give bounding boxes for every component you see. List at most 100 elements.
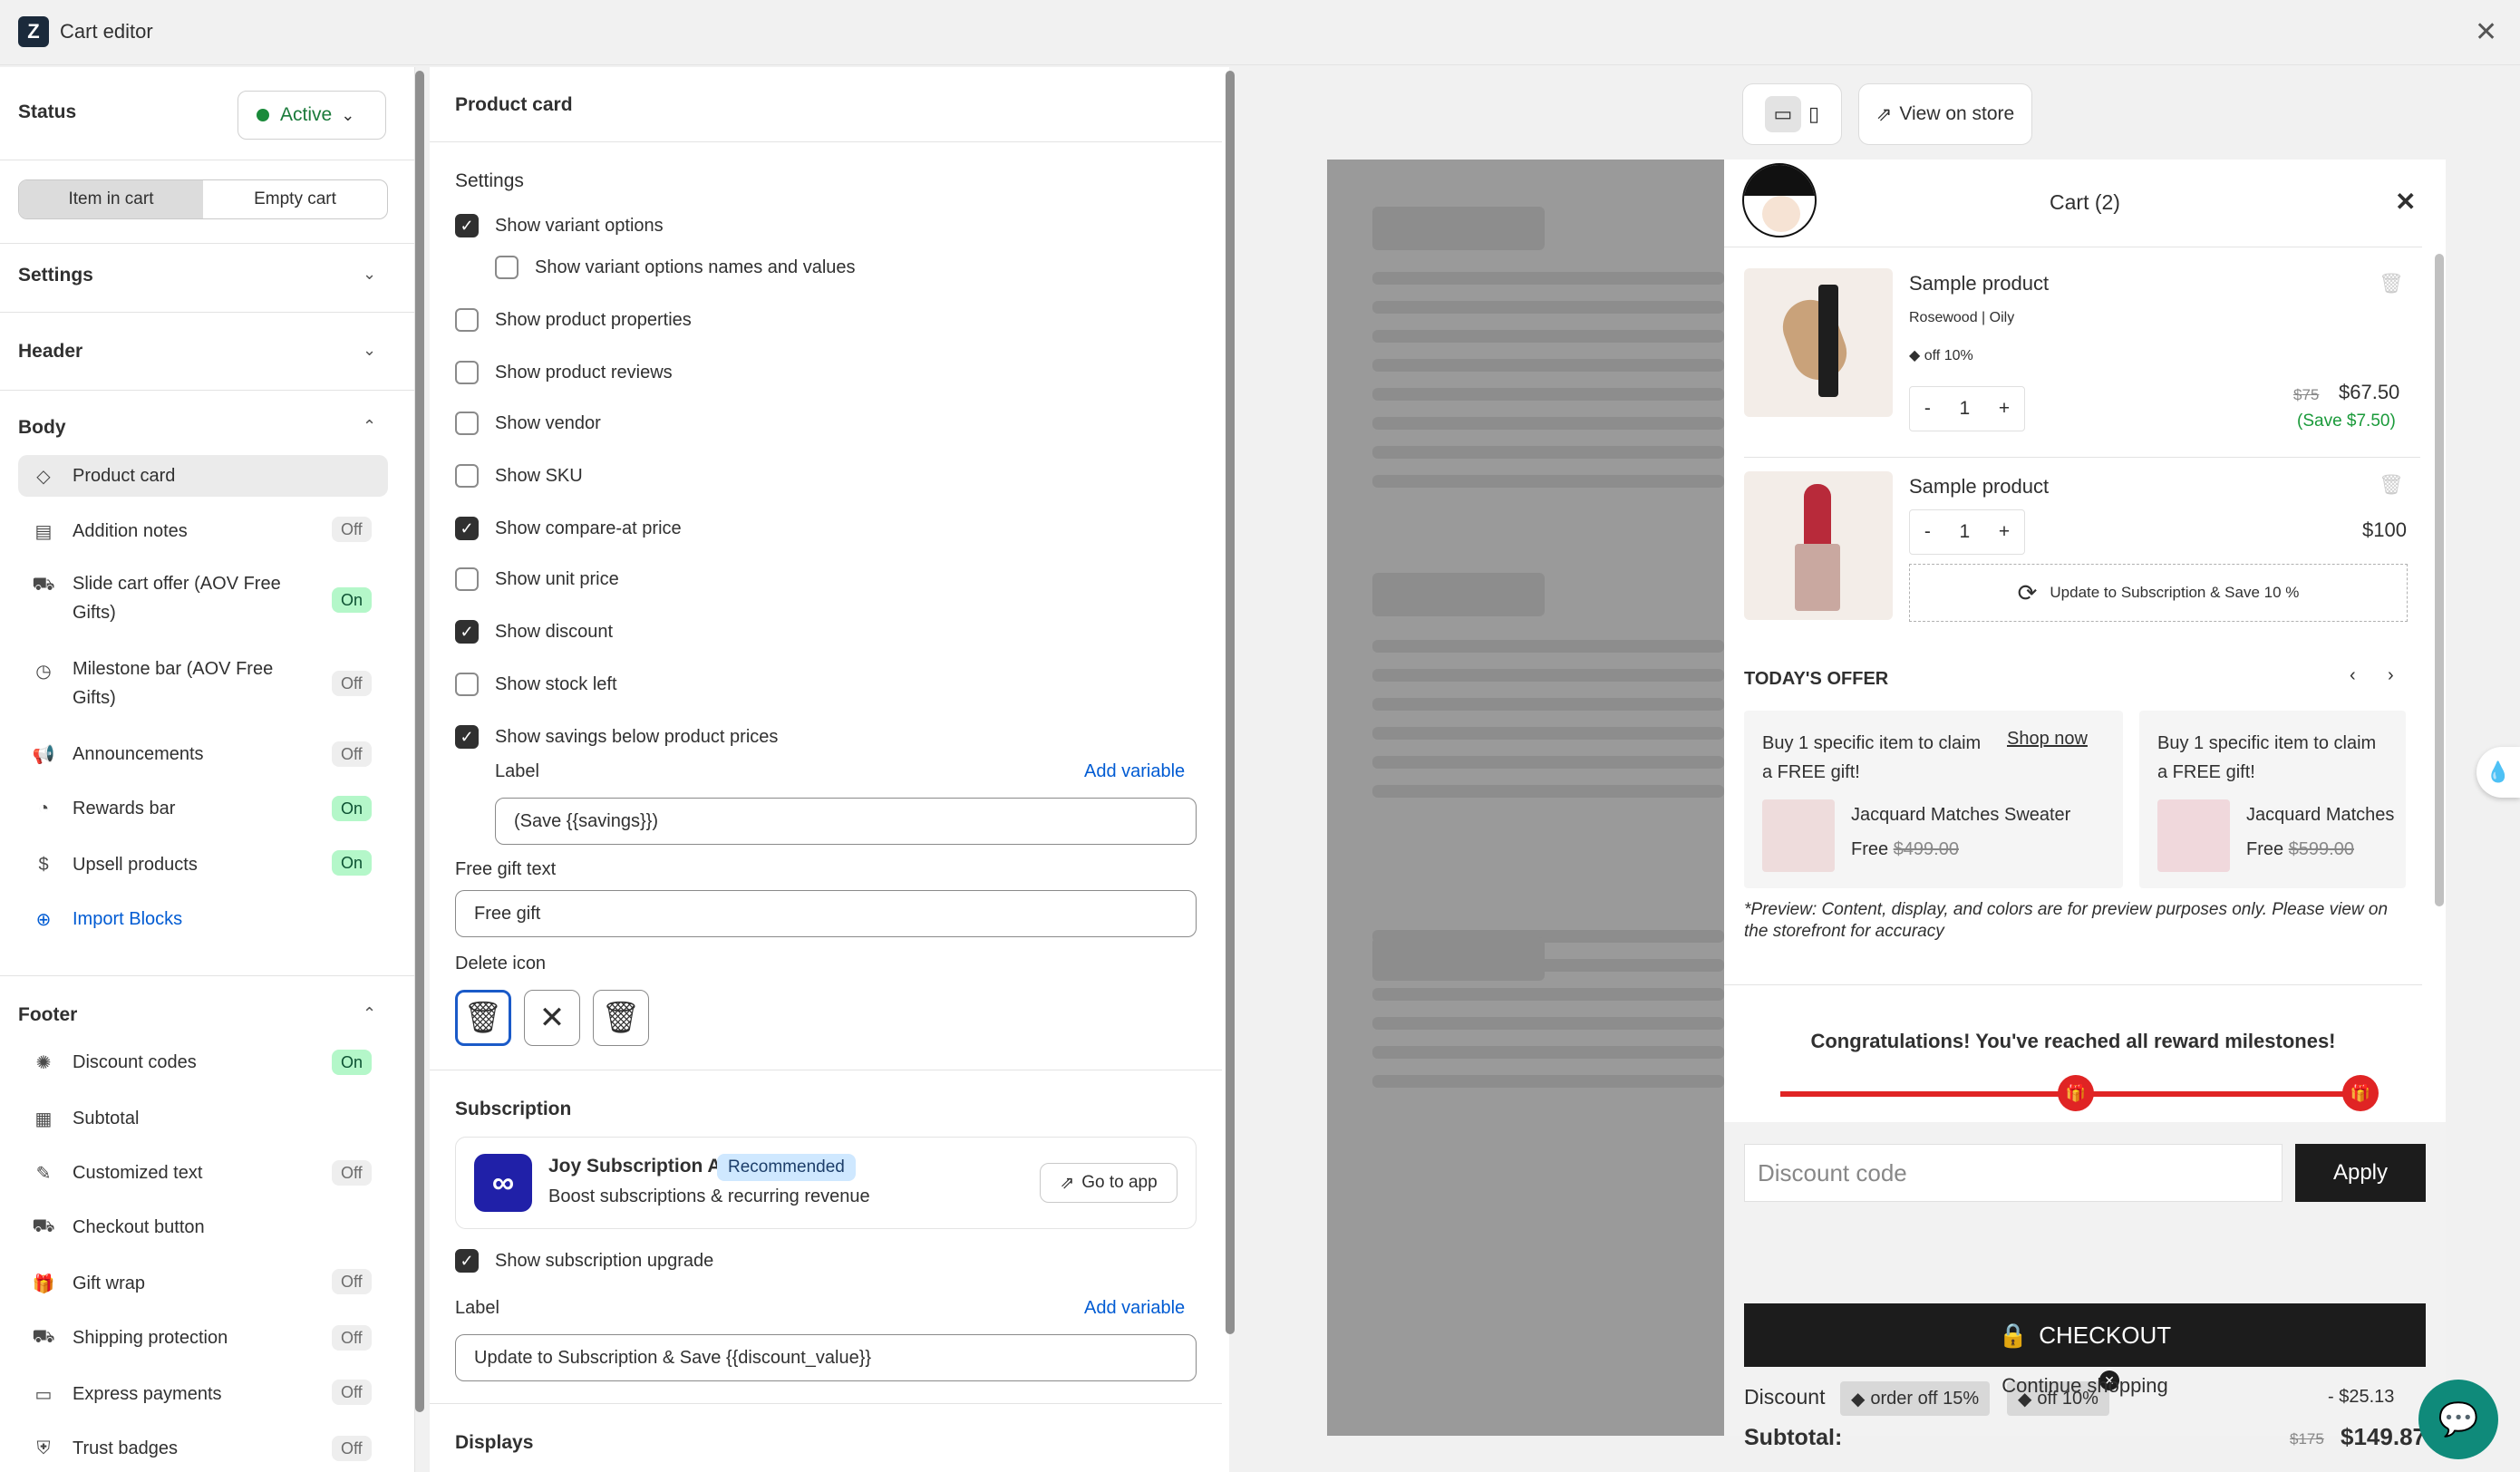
product-name[interactable]: Sample product bbox=[1909, 475, 2049, 499]
truck-icon: ⛟ bbox=[32, 1326, 55, 1347]
checkbox-label: Show savings below product prices bbox=[495, 726, 779, 747]
chevron-right-icon[interactable]: › bbox=[2388, 665, 2394, 686]
editor-scrollbar[interactable] bbox=[1226, 71, 1235, 1334]
plus-icon[interactable]: + bbox=[1999, 521, 2010, 543]
chevron-up-icon[interactable]: ⌃ bbox=[363, 1004, 376, 1023]
status-badge: On bbox=[332, 1050, 373, 1075]
checkbox-show-compare-at-price[interactable]: ✓ Show compare-at price bbox=[455, 517, 682, 540]
checkbox-show-variant-names[interactable]: Show variant options names and values bbox=[495, 256, 856, 279]
quantity-stepper[interactable]: - 1 + bbox=[1909, 386, 2025, 431]
quantity-value: 1 bbox=[1959, 521, 1971, 542]
product-price: $67.50 bbox=[2339, 381, 2400, 403]
continue-shopping-link[interactable]: Continue shopping bbox=[1724, 1374, 2446, 1398]
chevron-left-icon[interactable]: ‹ bbox=[2350, 665, 2356, 686]
trash-icon[interactable]: 🗑 bbox=[2379, 272, 2404, 295]
savings-label: Label bbox=[495, 761, 539, 781]
sidebar-item-checkout-button[interactable]: ⛟ Checkout button bbox=[18, 1209, 388, 1245]
sidebar-item-label: Shipping protection bbox=[73, 1327, 228, 1348]
cart-drawer: Cart (2) ✕ Sample product Rosewood | Oil… bbox=[1724, 160, 2446, 1450]
tag-icon: ◇ bbox=[36, 466, 51, 487]
apply-button[interactable]: Apply bbox=[2295, 1144, 2426, 1202]
sidebar-item-label: Slide cart offer (AOV Free Gifts) bbox=[73, 574, 281, 623]
divider bbox=[430, 1403, 1222, 1404]
desktop-icon[interactable]: ▭ bbox=[1764, 96, 1801, 132]
savings-label-input[interactable]: (Save {{savings}}) bbox=[495, 798, 1197, 845]
blurred-line bbox=[1372, 727, 1724, 740]
checkbox-show-vendor[interactable]: Show vendor bbox=[455, 412, 601, 435]
product-name[interactable]: Sample product bbox=[1909, 272, 2049, 295]
settings-section[interactable]: Settings bbox=[18, 265, 93, 286]
add-variable-link[interactable]: Add variable bbox=[1084, 761, 1185, 782]
tab-empty-cart[interactable]: Empty cart bbox=[203, 180, 387, 218]
body-section[interactable]: Body bbox=[18, 417, 66, 439]
checkbox-show-variant-options[interactable]: ✓ Show variant options bbox=[455, 214, 664, 237]
discount-text: off 10% bbox=[1924, 348, 1973, 363]
checkbox-label: Show compare-at price bbox=[495, 518, 682, 538]
trash-icon[interactable]: 🗑 bbox=[455, 990, 511, 1046]
tab-item-in-cart[interactable]: Item in cart bbox=[19, 180, 203, 218]
import-blocks-link[interactable]: ⊕ Import Blocks bbox=[18, 901, 388, 937]
minus-icon[interactable]: - bbox=[1924, 398, 1931, 420]
checkbox-show-savings[interactable]: ✓ Show savings below product prices bbox=[455, 725, 778, 749]
checkbox-show-discount[interactable]: ✓ Show discount bbox=[455, 620, 613, 644]
checkbox-label: Show product reviews bbox=[495, 362, 673, 383]
external-link-icon: ⇗ bbox=[1060, 1173, 1075, 1193]
blurred-block bbox=[1372, 937, 1545, 981]
close-icon[interactable]: ✕ bbox=[2475, 16, 2497, 48]
status-select[interactable]: Active ⌄ bbox=[237, 91, 386, 140]
chevron-down-icon[interactable]: ⌄ bbox=[363, 265, 376, 284]
subscription-label-input[interactable]: Update to Subscription & Save {{discount… bbox=[455, 1334, 1197, 1381]
cart-scrollbar[interactable] bbox=[2435, 254, 2444, 906]
checkbox-label: Show subscription upgrade bbox=[495, 1250, 714, 1271]
checkbox-show-sku[interactable]: Show SKU bbox=[455, 464, 583, 488]
original-price: $599.00 bbox=[2288, 839, 2354, 859]
product-image[interactable] bbox=[1744, 268, 1893, 417]
top-bar: Z Cart editor ✕ bbox=[0, 0, 2520, 65]
chevron-down-icon[interactable]: ⌄ bbox=[363, 341, 376, 360]
status-badge: On bbox=[332, 850, 373, 876]
close-cart-icon[interactable]: ✕ bbox=[2395, 187, 2416, 217]
checkbox-show-stock-left[interactable]: Show stock left bbox=[455, 673, 617, 696]
status-badge: Off bbox=[332, 1436, 372, 1461]
infinity-icon: ∞ bbox=[474, 1154, 532, 1212]
sidebar-item-label: Gift wrap bbox=[73, 1273, 146, 1293]
view-on-store-button[interactable]: ⇗ View on store bbox=[1858, 83, 2032, 145]
app-logo-icon: Z bbox=[18, 16, 49, 47]
checkbox-box bbox=[455, 412, 479, 435]
add-variable-link[interactable]: Add variable bbox=[1084, 1298, 1185, 1319]
water-drop-icon[interactable]: 💧 bbox=[2476, 747, 2520, 798]
sidebar-item-subtotal[interactable]: ▦ Subtotal bbox=[18, 1100, 388, 1137]
go-to-app-button[interactable]: ⇗ Go to app bbox=[1040, 1163, 1178, 1203]
checkbox-label: Show unit price bbox=[495, 568, 619, 589]
checkbox-show-subscription-upgrade[interactable]: ✓ Show subscription upgrade bbox=[455, 1249, 713, 1273]
product-image[interactable] bbox=[1744, 471, 1893, 620]
subtotal-label: Subtotal: bbox=[1744, 1425, 1843, 1450]
checkbox-show-product-reviews[interactable]: Show product reviews bbox=[455, 361, 673, 384]
minus-icon[interactable]: - bbox=[1924, 521, 1931, 543]
status-badge: Off bbox=[332, 517, 372, 542]
chevron-up-icon[interactable]: ⌃ bbox=[363, 417, 376, 436]
close-icon[interactable]: ✕ bbox=[524, 990, 580, 1046]
checkbox-show-unit-price[interactable]: Show unit price bbox=[455, 567, 619, 591]
discount-code-input[interactable]: Discount code bbox=[1744, 1144, 2283, 1202]
trash-outline-icon[interactable]: 🗑 bbox=[593, 990, 649, 1046]
plus-icon[interactable]: + bbox=[1999, 398, 2010, 420]
footer-section[interactable]: Footer bbox=[18, 1004, 77, 1026]
header-section[interactable]: Header bbox=[18, 341, 82, 363]
checkbox-show-product-properties[interactable]: Show product properties bbox=[455, 308, 692, 332]
status-badge: Off bbox=[332, 1325, 372, 1351]
free-gift-text-input[interactable]: Free gift bbox=[455, 890, 1197, 937]
subscription-upgrade-button[interactable]: ⟳ Update to Subscription & Save 10 % bbox=[1909, 564, 2408, 622]
sidebar-item-product-card[interactable]: ◇ Product card bbox=[18, 455, 388, 497]
blurred-line bbox=[1372, 669, 1724, 682]
checkout-button[interactable]: 🔒 CHECKOUT bbox=[1744, 1303, 2426, 1367]
mobile-icon[interactable]: ▯ bbox=[1808, 102, 1819, 126]
sidebar-item-label: Subtotal bbox=[73, 1108, 140, 1128]
chat-icon[interactable]: 💬 bbox=[2418, 1380, 2498, 1459]
trash-icon[interactable]: 🗑 bbox=[2379, 473, 2404, 497]
blurred-line bbox=[1372, 640, 1724, 653]
receipt-icon: ▦ bbox=[34, 1109, 53, 1129]
sidebar-scrollbar[interactable] bbox=[415, 71, 424, 1412]
quantity-stepper[interactable]: - 1 + bbox=[1909, 509, 2025, 555]
shop-now-link[interactable]: Shop now bbox=[2007, 729, 2088, 750]
